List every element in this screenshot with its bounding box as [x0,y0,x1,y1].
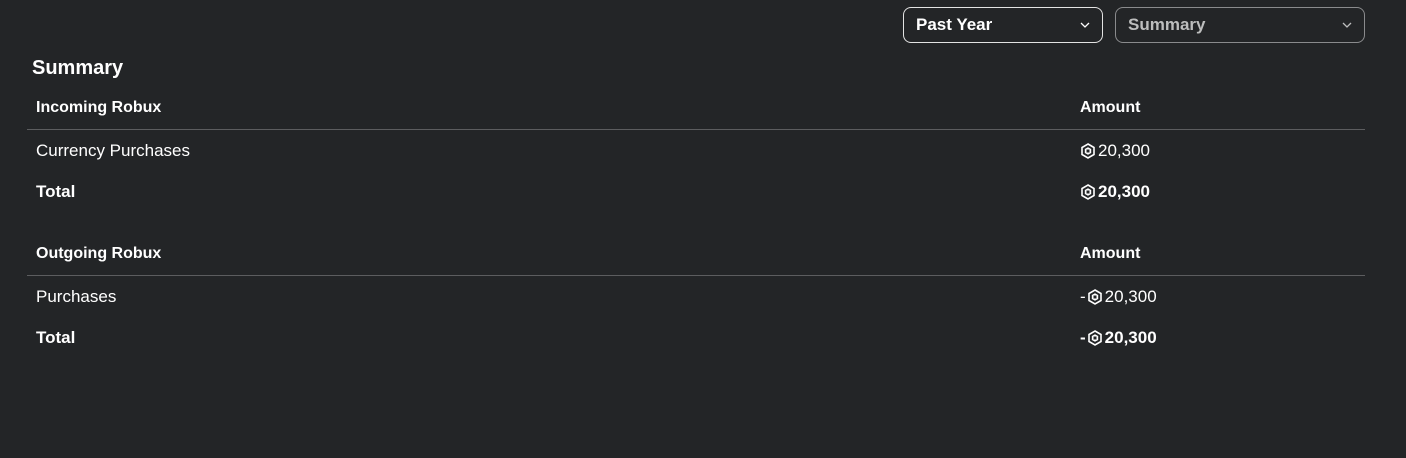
period-dropdown-value: Past Year [916,15,993,34]
row-label: Currency Purchases [36,141,191,160]
amount-value: 20,300 [1104,328,1157,347]
table-row: Purchases - 20,300 [27,276,1365,317]
total-amount: 20,300 [1080,182,1150,202]
period-dropdown[interactable]: Past Year [903,7,1103,43]
outgoing-robux-table: Outgoing Robux Amount Purchases - 20,300… [27,240,1365,358]
total-amount: - 20,300 [1080,328,1157,348]
total-row: Total - 20,300 [27,317,1365,358]
robux-icon [1087,289,1103,305]
transactions-summary-page: Past Year Summary Summary Incoming Robux… [0,0,1406,458]
total-label: Total [36,328,76,347]
table-header: Incoming Robux Amount [27,94,1365,130]
view-dropdown[interactable]: Summary [1115,7,1365,43]
incoming-header-amount: Amount [1080,99,1141,116]
robux-icon [1087,330,1103,346]
incoming-header-label: Incoming Robux [36,99,162,116]
table-header: Outgoing Robux Amount [27,240,1365,276]
negative-sign: - [1080,287,1086,306]
view-dropdown-value: Summary [1128,15,1206,34]
robux-icon [1080,143,1096,159]
row-label: Purchases [36,287,117,306]
outgoing-header-amount: Amount [1080,245,1141,262]
total-label: Total [36,182,76,201]
robux-icon [1080,184,1096,200]
amount-value: 20,300 [1098,141,1150,160]
table-row: Currency Purchases 20,300 [27,130,1365,171]
total-row: Total 20,300 [27,171,1365,212]
chevron-down-icon [1080,20,1090,30]
chevron-down-icon [1342,20,1352,30]
outgoing-header-label: Outgoing Robux [36,245,162,262]
summary-title: Summary [32,57,124,79]
amount-value: 20,300 [1104,287,1157,306]
negative-sign: - [1080,328,1086,347]
row-amount: - 20,300 [1080,287,1157,307]
incoming-robux-table: Incoming Robux Amount Currency Purchases… [27,94,1365,212]
row-amount: 20,300 [1080,141,1150,161]
amount-value: 20,300 [1098,182,1150,201]
